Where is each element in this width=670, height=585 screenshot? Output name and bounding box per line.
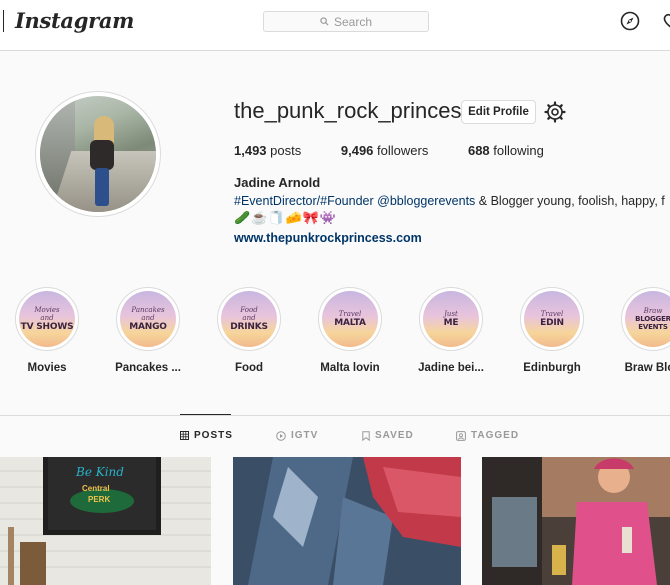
tabs-divider bbox=[0, 415, 670, 416]
highlight-ring: Food and DRINKS bbox=[217, 287, 281, 351]
tab-igtv[interactable]: IGTV bbox=[276, 430, 318, 441]
search-placeholder: Search bbox=[333, 14, 373, 29]
highlight-ring: Movies and TV SHOWS bbox=[15, 287, 79, 351]
highlight-cover: Travel MALTA bbox=[322, 291, 378, 347]
followers-stat-label: followers bbox=[377, 143, 429, 158]
highlight-jadine[interactable]: Just ME Jadine bei... bbox=[401, 287, 501, 374]
highlight-ring: Travel EDIN bbox=[520, 287, 584, 351]
highlight-cover-title: EDIN bbox=[540, 318, 564, 328]
highlight-label: Jadine bei... bbox=[418, 362, 484, 374]
posts-count: 1,493 bbox=[234, 143, 267, 158]
post1-sign-line1: Central bbox=[82, 484, 110, 493]
highlight-cover-title: BLOGGER EVENTS bbox=[635, 315, 670, 331]
highlight-cover-title: TV SHOWS bbox=[20, 322, 74, 332]
post-thumbnail-jeans[interactable] bbox=[233, 457, 461, 585]
profile-avatar[interactable] bbox=[40, 96, 156, 212]
highlight-cover-script: Food bbox=[240, 306, 258, 314]
highlight-cover-title: MANGO bbox=[129, 322, 167, 332]
profile-username: the_punk_rock_princess bbox=[234, 98, 473, 123]
post-image-party-girl bbox=[482, 457, 670, 585]
tab-igtv-label: IGTV bbox=[291, 430, 319, 441]
post-thumbnail-central-perk[interactable]: Be Kind Central PERK bbox=[0, 457, 211, 585]
explore-compass-icon[interactable] bbox=[620, 11, 640, 31]
profile-bio: #EventDirector/#Founder @bbloggerevents … bbox=[234, 194, 665, 208]
highlight-ring: Pancakes and MANGO bbox=[116, 287, 180, 351]
tab-saved[interactable]: SAVED bbox=[362, 430, 414, 441]
posts-stat-label: posts bbox=[270, 143, 302, 158]
tab-posts-label: POSTS bbox=[194, 430, 233, 441]
highlight-cover-small: and bbox=[141, 314, 155, 322]
edit-profile-button[interactable]: Edit Profile bbox=[461, 100, 536, 124]
active-tab-indicator bbox=[180, 414, 231, 415]
instagram-logo[interactable]: Instagram bbox=[15, 8, 134, 33]
highlight-pancakes[interactable]: Pancakes and MANGO Pancakes ... bbox=[98, 287, 198, 374]
highlight-cover-small: and bbox=[40, 314, 54, 322]
tab-tagged[interactable]: TAGGED bbox=[456, 430, 519, 441]
grid-icon bbox=[180, 431, 189, 440]
highlight-cover: Movies and TV SHOWS bbox=[19, 291, 75, 347]
highlight-cover-script: Travel bbox=[540, 310, 564, 318]
profile-website-link[interactable]: www.thepunkrockprincess.com bbox=[234, 231, 422, 245]
tab-saved-label: SAVED bbox=[375, 430, 414, 441]
highlight-cover: Pancakes and MANGO bbox=[120, 291, 176, 347]
activity-heart-icon[interactable] bbox=[662, 11, 670, 31]
highlight-cover-title: DRINKS bbox=[230, 322, 268, 332]
igtv-icon bbox=[276, 430, 286, 441]
profile-full-name: Jadine Arnold bbox=[234, 175, 321, 190]
bio-hashtags-link[interactable]: #EventDirector/#Founder @bbloggerevents bbox=[234, 194, 475, 208]
highlight-cover-script: Just bbox=[444, 310, 458, 318]
highlight-malta[interactable]: Travel MALTA Malta lovin bbox=[300, 287, 400, 374]
highlight-cover-script: Travel bbox=[338, 310, 362, 318]
tag-icon bbox=[456, 430, 466, 441]
top-navigation: Instagram Search bbox=[0, 0, 670, 51]
nav-divider bbox=[3, 10, 4, 32]
bio-text: & Blogger young, foolish, happy, f bbox=[475, 194, 665, 208]
highlight-cover-script: Braw bbox=[643, 307, 663, 315]
followers-stat[interactable]: 9,496 followers bbox=[341, 143, 428, 158]
highlight-braw-blog[interactable]: Braw BLOGGER EVENTS Braw Blog bbox=[603, 287, 670, 374]
tab-posts[interactable]: POSTS bbox=[180, 430, 233, 441]
posts-stat: 1,493 posts bbox=[234, 143, 301, 158]
highlight-label: Pancakes ... bbox=[115, 362, 181, 374]
post-image-jeans-sweater bbox=[233, 457, 461, 585]
highlight-edinburgh[interactable]: Travel EDIN Edinburgh bbox=[502, 287, 602, 374]
settings-gear-icon[interactable] bbox=[544, 101, 566, 123]
search-icon bbox=[320, 17, 329, 26]
search-input[interactable]: Search bbox=[263, 11, 429, 32]
highlight-cover-script: Movies bbox=[34, 306, 60, 314]
avatar-photo-person-body bbox=[90, 140, 114, 170]
highlight-label: Food bbox=[234, 362, 264, 374]
highlight-food[interactable]: Food and DRINKS Food bbox=[199, 287, 299, 374]
followers-count: 9,496 bbox=[340, 143, 374, 158]
highlight-ring: Braw BLOGGER EVENTS bbox=[621, 287, 670, 351]
following-count: 688 bbox=[467, 143, 490, 158]
bio-emoji: 🥒☕🧻🧀🎀👾 bbox=[234, 210, 338, 225]
post1-sign-script: Be Kind bbox=[76, 465, 124, 479]
highlight-label: Movies bbox=[27, 362, 67, 374]
profile-stats: 1,493 posts 9,496 followers 688 followin… bbox=[234, 143, 580, 158]
highlight-cover-script: Pancakes bbox=[131, 306, 165, 314]
highlight-ring: Travel MALTA bbox=[318, 287, 382, 351]
bookmark-icon bbox=[362, 430, 370, 441]
highlight-ring: Just ME bbox=[419, 287, 483, 351]
highlight-cover-small: and bbox=[242, 314, 256, 322]
tab-tagged-label: TAGGED bbox=[471, 430, 520, 441]
highlight-cover: Just ME bbox=[423, 291, 479, 347]
highlight-label: Malta lovin bbox=[320, 362, 380, 374]
avatar-photo-person-legs bbox=[95, 168, 109, 206]
highlight-label: Braw Blog bbox=[624, 362, 670, 374]
highlight-movies[interactable]: Movies and TV SHOWS Movies bbox=[0, 287, 97, 374]
highlight-cover-title: ME bbox=[443, 318, 459, 328]
post1-sign-line2: PERK bbox=[88, 495, 111, 504]
highlight-cover: Food and DRINKS bbox=[221, 291, 277, 347]
highlight-cover-title: MALTA bbox=[334, 318, 366, 328]
post-thumbnail-party[interactable] bbox=[482, 457, 670, 585]
highlight-cover: Travel EDIN bbox=[524, 291, 580, 347]
highlight-cover: Braw BLOGGER EVENTS bbox=[625, 291, 670, 347]
following-stat-label: following bbox=[493, 143, 544, 158]
following-stat[interactable]: 688 following bbox=[468, 143, 544, 158]
highlight-label: Edinburgh bbox=[523, 362, 581, 374]
